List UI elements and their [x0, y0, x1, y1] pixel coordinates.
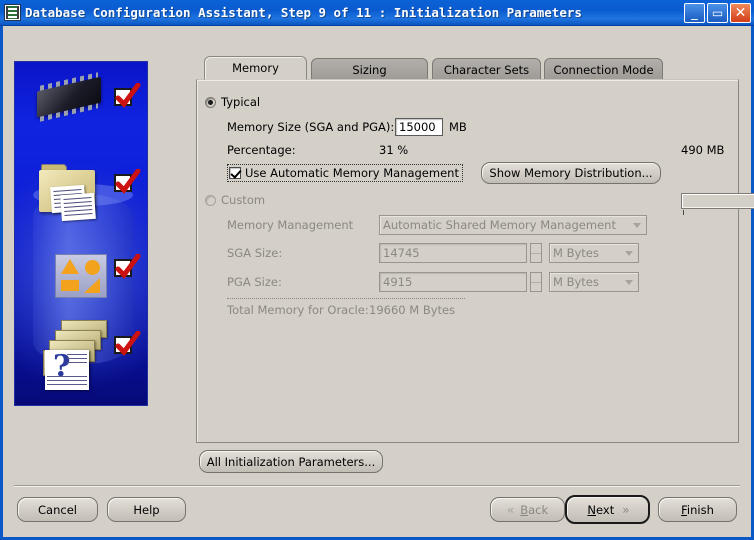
- percentage-label: Percentage:: [227, 143, 379, 157]
- next-button[interactable]: Next »: [565, 495, 650, 524]
- tab-character-sets[interactable]: Character Sets: [432, 58, 541, 80]
- sga-size-label: SGA Size:: [227, 246, 379, 260]
- chevron-down-icon: [625, 280, 633, 285]
- sga-size-stepper[interactable]: [530, 243, 542, 263]
- shapes-icon: [55, 254, 107, 298]
- memory-size-row: Memory Size (SGA and PGA): 15000 MB: [227, 118, 467, 136]
- documents-question-icon: ?: [37, 320, 111, 392]
- next-button-label: Next: [587, 503, 614, 517]
- slider-min-row: 490 MB: [681, 143, 724, 157]
- checkmark-icon: [115, 331, 141, 357]
- pga-size-unit-select[interactable]: M Bytes: [549, 272, 639, 292]
- tab-memory[interactable]: Memory: [204, 56, 307, 80]
- memory-management-label: Memory Management: [227, 218, 379, 232]
- back-button-label: Back: [520, 503, 548, 517]
- typical-radio[interactable]: [205, 97, 216, 108]
- double-chevron-left-icon: «: [507, 504, 512, 516]
- tab-strip: Memory Sizing Character Sets Connection …: [196, 58, 739, 80]
- total-memory-value: 19660 M Bytes: [369, 303, 455, 317]
- database-icon: [4, 4, 21, 21]
- memory-tab-panel: Typical Memory Size (SGA and PGA): 15000…: [196, 79, 739, 443]
- minimize-button[interactable]: _: [684, 3, 705, 23]
- tab-memory-label: Memory: [232, 61, 279, 75]
- memory-size-unit: MB: [449, 120, 467, 134]
- memory-management-value: Automatic Shared Memory Management: [383, 218, 616, 232]
- typical-radio-label: Typical: [221, 95, 260, 109]
- close-button[interactable]: ✕: [730, 3, 751, 23]
- wizard-artwork: ?: [14, 61, 148, 406]
- pga-size-label: PGA Size:: [227, 275, 379, 289]
- sga-size-unit-select[interactable]: M Bytes: [549, 243, 639, 263]
- help-button[interactable]: Help: [107, 497, 186, 522]
- pga-size-stepper[interactable]: [530, 272, 542, 292]
- footer-divider: [14, 485, 740, 487]
- step-check-3: [114, 257, 138, 279]
- tab-sizing[interactable]: Sizing: [311, 58, 428, 80]
- checkmark-icon: [115, 169, 141, 195]
- sga-size-unit-value: M Bytes: [553, 246, 599, 260]
- memory-management-select[interactable]: Automatic Shared Memory Management: [379, 215, 647, 235]
- total-memory-label: Total Memory for Oracle:: [227, 303, 369, 317]
- maximize-button[interactable]: ▭: [707, 3, 728, 23]
- custom-radio[interactable]: [205, 195, 216, 206]
- custom-radio-row[interactable]: Custom: [205, 193, 265, 207]
- finish-button[interactable]: Finish: [658, 497, 737, 522]
- pga-size-input[interactable]: 4915: [379, 272, 527, 292]
- cancel-button[interactable]: Cancel: [17, 497, 98, 522]
- tab-sizing-label: Sizing: [352, 63, 386, 77]
- finish-button-label: Finish: [681, 503, 714, 517]
- pga-size-row: PGA Size: 4915 M Bytes: [227, 272, 639, 292]
- custom-radio-label: Custom: [221, 193, 265, 207]
- maximize-icon: ▭: [708, 4, 727, 22]
- step-check-1: [114, 86, 138, 108]
- percentage-row: Percentage: 31 %: [227, 143, 408, 157]
- minimize-icon: _: [685, 4, 704, 22]
- all-initialization-parameters-button[interactable]: All Initialization Parameters...: [199, 450, 383, 473]
- chip-icon: [37, 77, 101, 118]
- chevron-down-icon: [633, 223, 641, 228]
- memory-size-slider[interactable]: [681, 193, 754, 209]
- sga-size-input[interactable]: 14745: [379, 243, 527, 263]
- step-check-4: [114, 334, 138, 356]
- sga-size-row: SGA Size: 14745 M Bytes: [227, 243, 639, 263]
- typical-radio-row[interactable]: Typical: [205, 95, 260, 109]
- cancel-button-label: Cancel: [38, 503, 77, 517]
- memory-size-label: Memory Size (SGA and PGA):: [227, 120, 395, 134]
- checkmark-icon: [115, 83, 141, 109]
- pga-size-unit-value: M Bytes: [553, 275, 599, 289]
- tab-character-sets-label: Character Sets: [444, 63, 529, 77]
- back-button[interactable]: « Back: [490, 497, 565, 522]
- help-button-label: Help: [133, 503, 159, 517]
- show-memory-distribution-label: Show Memory Distribution...: [489, 166, 652, 180]
- double-chevron-right-icon: »: [622, 504, 627, 516]
- tab-connection-mode-label: Connection Mode: [553, 63, 653, 77]
- percentage-value: 31 %: [379, 143, 408, 157]
- all-initialization-parameters-label: All Initialization Parameters...: [207, 455, 376, 469]
- tab-connection-mode[interactable]: Connection Mode: [544, 58, 663, 80]
- title-bar: Database Configuration Assistant, Step 9…: [0, 0, 754, 26]
- total-separator: [227, 298, 465, 299]
- auto-memory-checkbox[interactable]: [229, 167, 241, 179]
- application-window: Database Configuration Assistant, Step 9…: [0, 0, 754, 540]
- folder-icon: [39, 170, 97, 214]
- step-check-2: [114, 172, 138, 194]
- window-title: Database Configuration Assistant, Step 9…: [25, 5, 582, 20]
- auto-memory-checkbox-row[interactable]: Use Automatic Memory Management: [227, 164, 463, 182]
- memory-size-input[interactable]: 15000: [395, 118, 443, 136]
- chevron-down-icon: [625, 251, 633, 256]
- auto-memory-checkbox-label: Use Automatic Memory Management: [245, 166, 459, 180]
- slider-ticks: [681, 210, 754, 215]
- close-icon: ✕: [731, 4, 750, 22]
- checkmark-icon: [115, 254, 141, 280]
- slider-min-label: 490 MB: [681, 143, 724, 157]
- memory-management-row: Memory Management Automatic Shared Memor…: [227, 215, 647, 235]
- show-memory-distribution-button[interactable]: Show Memory Distribution...: [481, 162, 661, 184]
- window-controls: _ ▭ ✕: [684, 3, 751, 23]
- total-memory-row: Total Memory for Oracle: 19660 M Bytes: [227, 303, 455, 317]
